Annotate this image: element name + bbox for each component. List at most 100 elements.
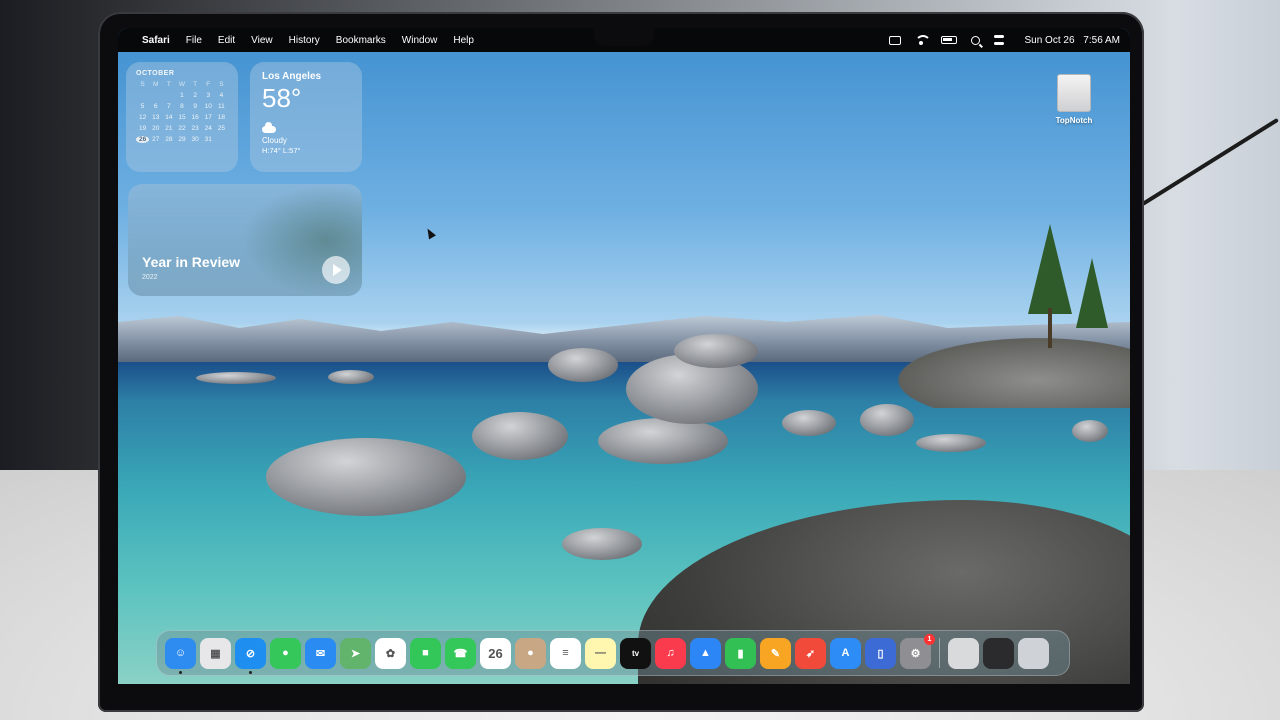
wallpaper-tree <box>1028 224 1072 314</box>
battery-icon[interactable] <box>941 36 958 44</box>
calendar-day: 19 <box>138 125 147 132</box>
dock-app-drive[interactable] <box>948 637 979 669</box>
wallpaper-rock <box>1072 420 1108 442</box>
calendar-day <box>136 92 149 99</box>
calendar-day: 14 <box>165 114 173 121</box>
dock-app-simulator[interactable]: ▯ <box>865 637 896 669</box>
calendar-day: 4 <box>219 92 224 99</box>
menu-item-window[interactable]: Window <box>402 35 438 46</box>
calendar-day: 7 <box>167 103 171 110</box>
calendar-day: 1 <box>180 92 184 99</box>
menu-date: Sun Oct 26 <box>1024 34 1075 46</box>
music-icon: ♫ <box>666 647 675 659</box>
calendar-day: 22 <box>178 125 186 132</box>
running-indicator <box>179 670 182 674</box>
menu-item-file[interactable]: File <box>186 35 202 46</box>
calendar-weekday-header: M <box>153 81 159 88</box>
wallpaper-rock <box>548 348 618 382</box>
calendar-weekday-header: F <box>206 81 211 88</box>
calendar-weekday-header: T <box>166 81 171 88</box>
dock-app-photos[interactable]: ✿ <box>375 637 406 669</box>
wallpaper-trunk <box>1048 308 1052 348</box>
screen-mirroring-icon[interactable] <box>889 35 902 45</box>
finder-icon: ☺ <box>174 647 187 659</box>
wallpaper-rock <box>674 334 758 368</box>
dock-app-app-store[interactable]: A <box>830 637 861 669</box>
calendar-day: 30 <box>191 136 199 143</box>
calendar-day: 29 <box>178 136 186 143</box>
calendar-day: 13 <box>152 114 160 121</box>
cable <box>1141 117 1279 207</box>
app-store-icon: A <box>841 647 850 659</box>
dock-app-maps[interactable]: ➤ <box>340 637 371 669</box>
dock-app-pages[interactable]: ✎ <box>760 637 791 669</box>
calendar-day <box>149 92 162 99</box>
dock-app-downloads-stack[interactable] <box>983 637 1014 669</box>
menu-item-view[interactable]: View <box>251 35 273 46</box>
calendar-day: 23 <box>191 125 199 132</box>
calendar-day: 12 <box>138 114 147 121</box>
dock-app-notes[interactable]: — <box>585 637 616 669</box>
menu-item-edit[interactable]: Edit <box>218 35 235 46</box>
calendar-day: 9 <box>193 103 197 110</box>
dock-app-contacts[interactable]: ● <box>515 637 546 669</box>
calendar-day: 8 <box>180 103 184 110</box>
menu-item-app[interactable]: Safari <box>142 35 170 46</box>
dock-app-phone[interactable]: ☎ <box>445 637 476 669</box>
dock-app-numbers[interactable]: ▮ <box>725 637 756 669</box>
calendar-day: 18 <box>217 114 226 121</box>
dock-app-trash[interactable] <box>1018 637 1049 669</box>
dock-app-calendar[interactable]: 26 <box>480 637 511 669</box>
calendar-day: 16 <box>191 114 199 121</box>
screen: Safari File Edit View History Bookmarks … <box>118 28 1130 684</box>
menu-item-bookmarks[interactable]: Bookmarks <box>336 35 386 46</box>
tv-icon: tv <box>631 648 640 658</box>
dock-app-messages[interactable]: ● <box>270 637 301 669</box>
calendar-day: 5 <box>140 103 145 110</box>
photos-icon: ✿ <box>385 647 396 660</box>
safari-icon: ⊘ <box>245 647 256 660</box>
dock-app-launchpad[interactable]: ▦ <box>200 637 231 669</box>
dock-app-reminders[interactable]: ≡ <box>550 637 581 669</box>
menu-item-help[interactable]: Help <box>453 35 474 46</box>
spotlight-search-icon[interactable] <box>971 35 981 45</box>
calendar-day: 21 <box>165 125 173 132</box>
dock-app-facetime[interactable]: ■ <box>410 637 441 669</box>
desktop-drive[interactable]: TopNotch <box>1044 74 1104 125</box>
system-settings-icon: ⚙ <box>910 647 921 660</box>
calendar-day: 20 <box>152 125 160 132</box>
dock-app-keynote[interactable]: ▲ <box>690 637 721 669</box>
dock-app-rocket-typist[interactable]: ➶ <box>795 637 826 669</box>
camera-notch <box>594 28 654 46</box>
wifi-icon[interactable] <box>915 35 932 45</box>
calendar-day: 31 <box>204 136 212 143</box>
weather-high-low: H:74° L:57° <box>262 146 301 155</box>
rocket-typist-icon: ➶ <box>805 647 816 660</box>
photos-memories-widget[interactable]: Year in Review 2022 <box>128 184 362 296</box>
weather-temperature: 58° <box>262 83 302 113</box>
memory-year: 2022 <box>142 274 158 281</box>
dock-app-music[interactable]: ♫ <box>655 637 686 669</box>
dock-app-system-settings[interactable]: ⚙ 1 <box>900 633 935 669</box>
wallpaper-rock <box>472 412 568 460</box>
notification-badge: 1 <box>924 633 935 645</box>
notes-icon: — <box>595 647 606 659</box>
calendar-day: 24 <box>204 125 212 132</box>
control-center-icon[interactable] <box>994 35 1005 45</box>
dock-app-safari[interactable]: ⊘ <box>235 637 266 674</box>
calendar-day: 17 <box>204 114 212 121</box>
menu-clock[interactable]: Sun Oct 26 7:56 AM <box>1018 35 1120 46</box>
calendar-day: 28 <box>165 136 173 143</box>
wallpaper-rock <box>266 438 466 516</box>
dock-app-tv[interactable]: tv <box>620 637 651 669</box>
calendar-widget[interactable]: OCTOBER S M T W T F S 1 2 3 4 5 6 7 8 9 10 11 12 13 14 15 16 17… <box>126 62 238 172</box>
calendar-day: 10 <box>204 103 212 110</box>
calendar-day <box>162 92 175 99</box>
dock-app-mail[interactable]: ✉ <box>305 637 336 669</box>
play-icon[interactable] <box>322 256 350 284</box>
menu-item-history[interactable]: History <box>289 35 320 46</box>
dock-separator <box>939 638 940 668</box>
dock-app-finder[interactable]: ☺ <box>165 637 196 674</box>
weather-widget[interactable]: Los Angeles 58° Cloudy H:74° L:57° <box>250 62 362 172</box>
drive-label: TopNotch <box>1055 116 1093 125</box>
